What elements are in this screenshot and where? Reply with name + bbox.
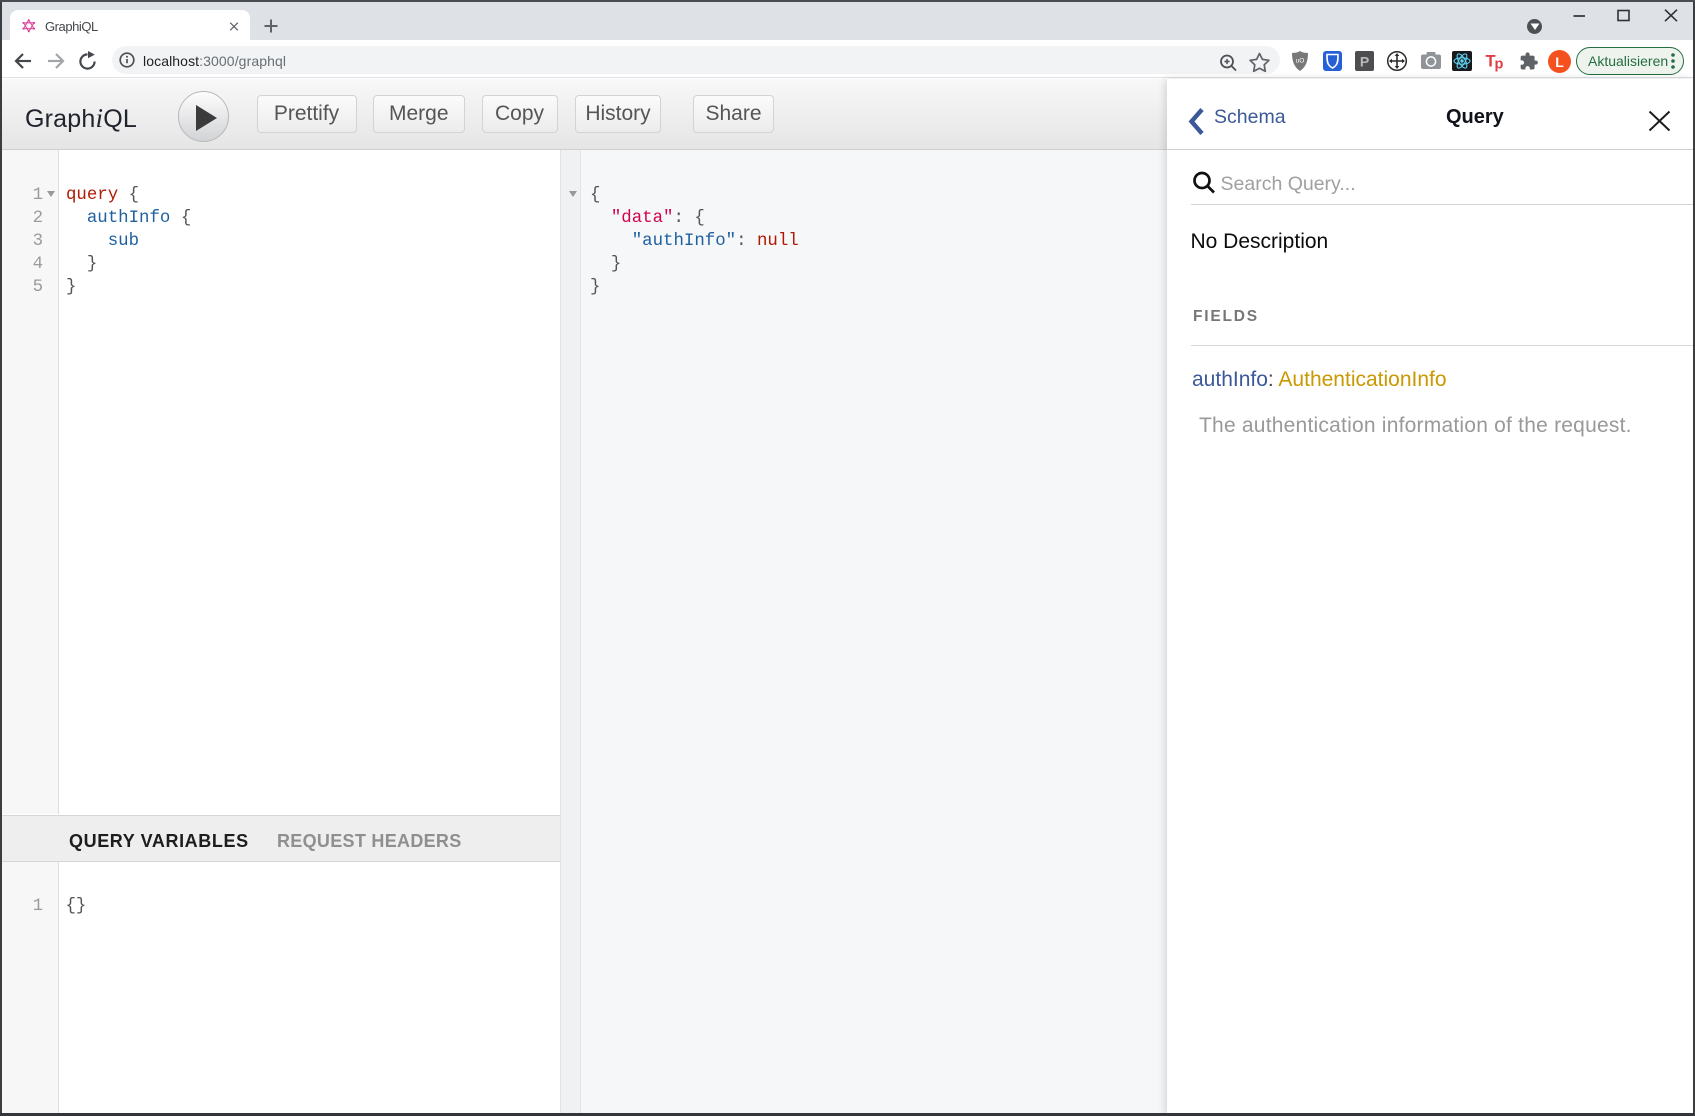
svg-text:P: P xyxy=(1360,54,1369,70)
svg-text:uO: uO xyxy=(1296,58,1305,65)
svg-text:p: p xyxy=(1495,57,1504,73)
